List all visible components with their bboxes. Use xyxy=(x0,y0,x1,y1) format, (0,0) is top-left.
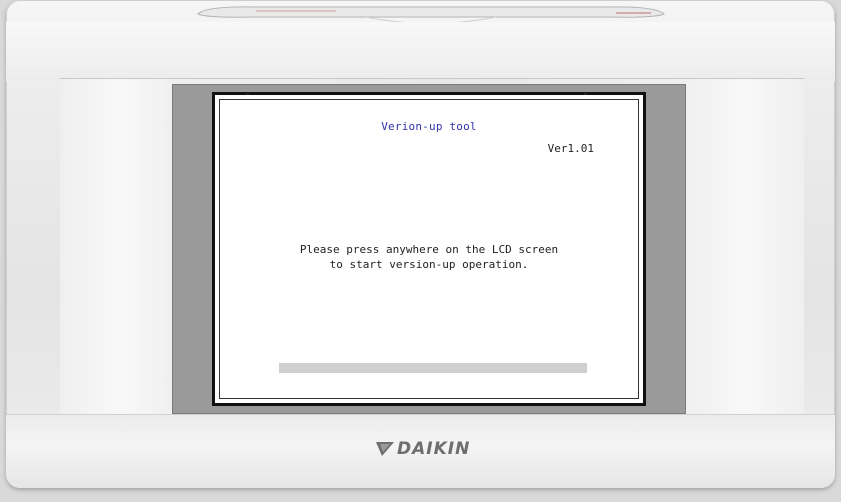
progress-bar xyxy=(279,363,587,373)
lcd-screen[interactable]: Verion-up tool Ver1.01 Please press anyw… xyxy=(212,92,646,406)
lcd-message-line2: to start version-up operation. xyxy=(329,258,529,271)
brand-logo: DAIKIN xyxy=(374,438,470,460)
lcd-title: Verion-up tool xyxy=(381,120,477,133)
controller-device: Verion-up tool Ver1.01 Please press anyw… xyxy=(6,0,835,488)
lcd-version: Ver1.01 xyxy=(547,142,594,155)
lcd-message-line1: Please press anywhere on the LCD screen xyxy=(299,243,559,256)
top-ridge xyxy=(196,2,666,22)
daikin-delta-logo-icon xyxy=(376,442,394,456)
top-bevel xyxy=(6,22,835,82)
brand-name: DAIKIN xyxy=(397,439,471,459)
bezel-marker-left xyxy=(246,93,249,95)
lcd-message: Please press anywhere on the LCD screen … xyxy=(220,242,638,272)
lcd-inner-frame: Verion-up tool Ver1.01 Please press anyw… xyxy=(219,99,639,399)
bezel-marker-right xyxy=(584,93,587,95)
